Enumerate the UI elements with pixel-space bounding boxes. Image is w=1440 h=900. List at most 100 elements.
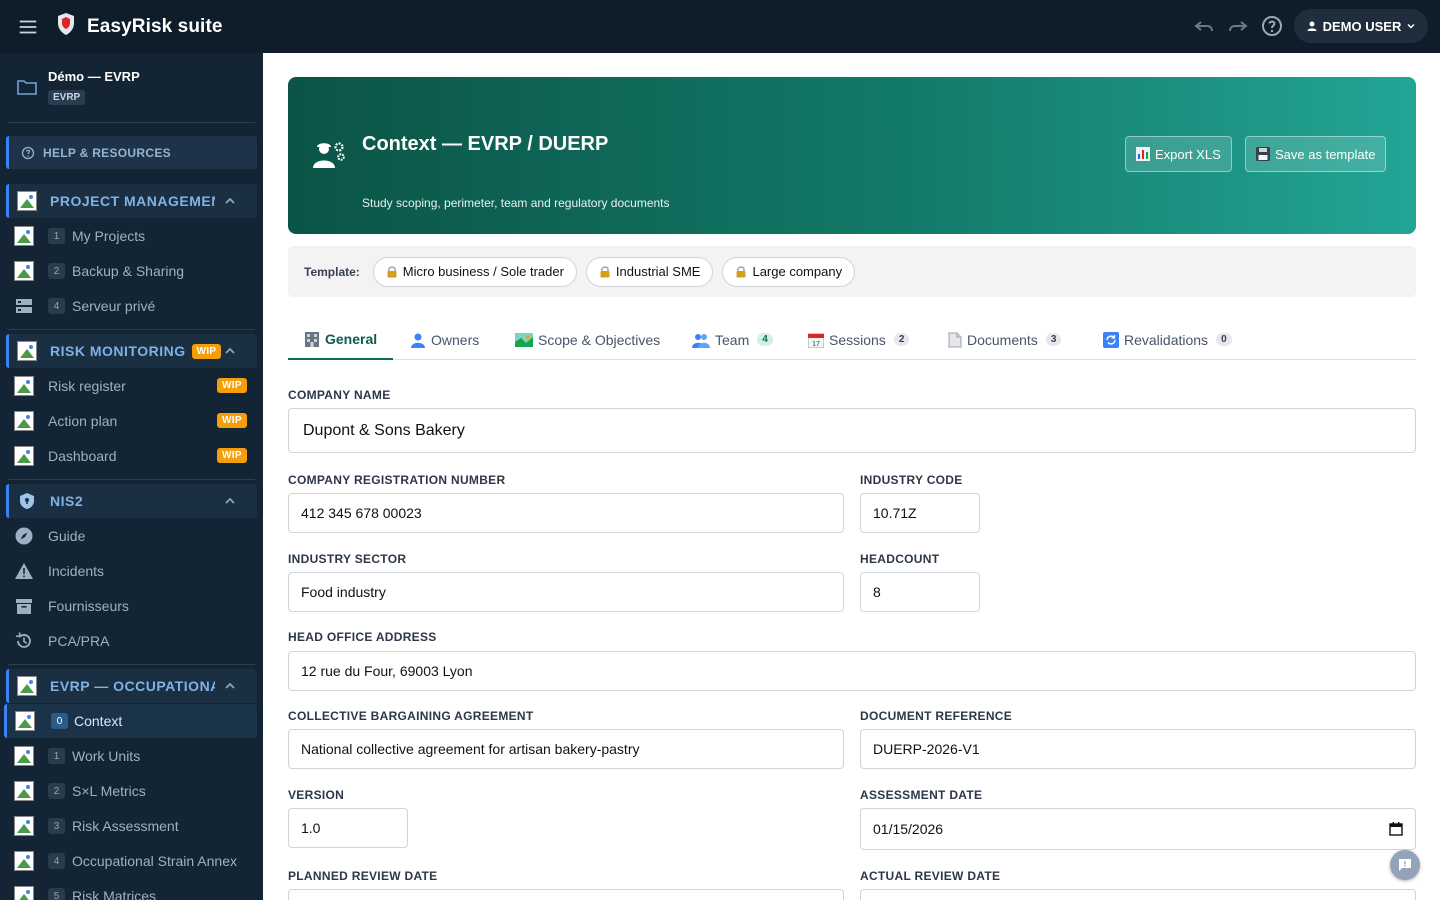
page-header: Context — EVRP / DUERP Study scoping, pe… (288, 77, 1416, 234)
sidebar-item-label: Serveur privé (72, 298, 156, 314)
help-icon[interactable] (1260, 14, 1284, 38)
lock-icon (736, 266, 746, 278)
sidebar-item-private-server[interactable]: 4 Serveur privé (0, 289, 263, 323)
actual-review-field[interactable] (860, 889, 1416, 900)
section-nis2[interactable]: NIS2 (6, 484, 257, 518)
broken-image-icon (14, 781, 34, 801)
tab-team[interactable]: Team 4 (692, 319, 773, 360)
sidebar-item-pca-pra[interactable]: PCA/PRA (0, 624, 263, 658)
broken-image-icon (15, 711, 35, 731)
broken-image-icon (14, 411, 34, 431)
sector-field[interactable] (288, 572, 844, 612)
tab-label: Revalidations (1124, 331, 1209, 348)
help-circle-icon (21, 146, 35, 159)
history-icon (15, 632, 31, 648)
template-chip-sme[interactable]: Industrial SME (585, 256, 714, 287)
sidebar-item-context[interactable]: 0 Context (4, 704, 257, 738)
sidebar-item-label: Action plan (48, 413, 118, 429)
user-icon (1307, 21, 1317, 31)
user-menu-button[interactable]: DEMO USER (1294, 9, 1428, 43)
template-chip-micro[interactable]: Micro business / Sole trader (372, 256, 577, 287)
section-project-management[interactable]: PROJECT MANAGEMEN (6, 184, 257, 218)
item-number: 1 (48, 748, 65, 764)
broken-image-icon (14, 746, 34, 766)
industry-code-field[interactable] (860, 493, 980, 533)
tab-owners[interactable]: Owners (410, 319, 479, 360)
chip-label: Large company (752, 264, 843, 279)
sidebar-item-backup-sharing[interactable]: 2 Backup & Sharing (0, 254, 263, 288)
menu-icon[interactable] (17, 16, 39, 38)
sidebar-item-label: Risk register (48, 378, 126, 394)
sidebar-item-incidents[interactable]: Incidents (0, 554, 263, 588)
assessment-date-value: 01/15/2026 (873, 821, 944, 837)
sidebar-item-sxl-metrics[interactable]: 2 S×L Metrics (0, 774, 263, 808)
chat-icon (1399, 859, 1411, 871)
broken-image-icon (17, 676, 37, 696)
chevron-up-icon (225, 347, 235, 354)
sidebar: Démo — EVRP EVRP HELP & RESOURCES PROJEC… (0, 53, 263, 900)
planned-review-label: PLANNED REVIEW DATE (288, 869, 438, 883)
sidebar-item-my-projects[interactable]: 1 My Projects (0, 219, 263, 253)
template-bar: Template: Micro business / Sole trader I… (288, 246, 1416, 297)
address-field[interactable] (288, 651, 1416, 691)
tab-revalidations[interactable]: Revalidations 0 (1103, 319, 1232, 360)
calendar-picker-icon[interactable] (1389, 822, 1403, 836)
sidebar-item-label: Work Units (72, 748, 141, 764)
sidebar-item-action-plan[interactable]: Action plan WIP (0, 404, 263, 438)
sidebar-item-strain-annex[interactable]: 4 Occupational Strain Annex (0, 844, 263, 878)
sidebar-item-risk-register[interactable]: Risk register WIP (0, 369, 263, 403)
redo-icon[interactable] (1226, 14, 1250, 38)
tab-count-badge: 0 (1216, 333, 1232, 346)
sidebar-item-label: Occupational Strain Annex (72, 853, 237, 869)
chip-label: Micro business / Sole trader (402, 264, 564, 279)
tab-general[interactable]: General (288, 319, 394, 360)
headcount-label: HEADCOUNT (860, 552, 940, 566)
sidebar-item-dashboard[interactable]: Dashboard WIP (0, 439, 263, 473)
tab-count-badge: 3 (1045, 333, 1062, 346)
section-risk-monitoring[interactable]: RISK MONITORING WIP (6, 334, 257, 368)
sidebar-item-work-units[interactable]: 1 Work Units (0, 739, 263, 773)
assessment-date-field[interactable]: 01/15/2026 (860, 808, 1416, 850)
app-title: EasyRisk suite (87, 16, 223, 37)
item-number: 1 (48, 228, 65, 244)
tab-scope-objectives[interactable]: Scope & Objectives (515, 319, 660, 360)
chevron-up-icon (225, 197, 235, 204)
export-xls-button[interactable]: Export XLS (1125, 136, 1232, 172)
version-field[interactable] (288, 808, 408, 848)
sidebar-item-label: Backup & Sharing (72, 263, 185, 279)
sidebar-item-label: Dashboard (48, 448, 117, 464)
template-label: Template: (304, 264, 360, 279)
project-selector[interactable]: Démo — EVRP EVRP (0, 53, 263, 121)
section-label: RISK MONITORING (50, 343, 186, 359)
tab-documents[interactable]: Documents 3 (948, 319, 1062, 360)
sidebar-item-suppliers[interactable]: Fournisseurs (0, 589, 263, 623)
undo-icon[interactable] (1192, 14, 1216, 38)
sidebar-item-label: My Projects (72, 228, 146, 244)
sidebar-item-risk-assessment[interactable]: 3 Risk Assessment (0, 809, 263, 843)
section-evrp-occupational[interactable]: EVRP — OCCUPATIONAL (6, 669, 257, 703)
warning-icon (15, 563, 33, 579)
registration-field[interactable] (288, 493, 844, 533)
engineer-gears-icon (313, 142, 345, 168)
headcount-field[interactable] (860, 572, 980, 612)
feedback-chat-button[interactable] (1390, 850, 1420, 880)
doc-ref-field[interactable] (860, 729, 1416, 769)
planned-review-field[interactable] (288, 889, 844, 900)
company-name-field[interactable] (288, 408, 1416, 453)
project-badge: EVRP (48, 90, 86, 105)
item-number: 5 (48, 888, 65, 900)
save-template-button[interactable]: Save as template (1245, 136, 1387, 172)
sidebar-item-risk-matrices[interactable]: 5 Risk Matrices (0, 879, 263, 900)
sidebar-item-guide[interactable]: Guide (0, 519, 263, 553)
item-number: 2 (48, 263, 65, 279)
cba-field[interactable] (288, 729, 844, 769)
tab-sessions[interactable]: 17 Sessions 2 (808, 319, 910, 360)
assessment-date-label: ASSESSMENT DATE (860, 788, 983, 802)
sidebar-item-label: Risk Matrices (72, 888, 157, 900)
template-chip-large[interactable]: Large company (722, 256, 856, 287)
item-number: 4 (48, 853, 65, 869)
help-resources-button[interactable]: HELP & RESOURCES (6, 136, 257, 169)
divider (8, 479, 255, 480)
broken-image-icon (14, 226, 34, 246)
person-icon (411, 333, 425, 348)
